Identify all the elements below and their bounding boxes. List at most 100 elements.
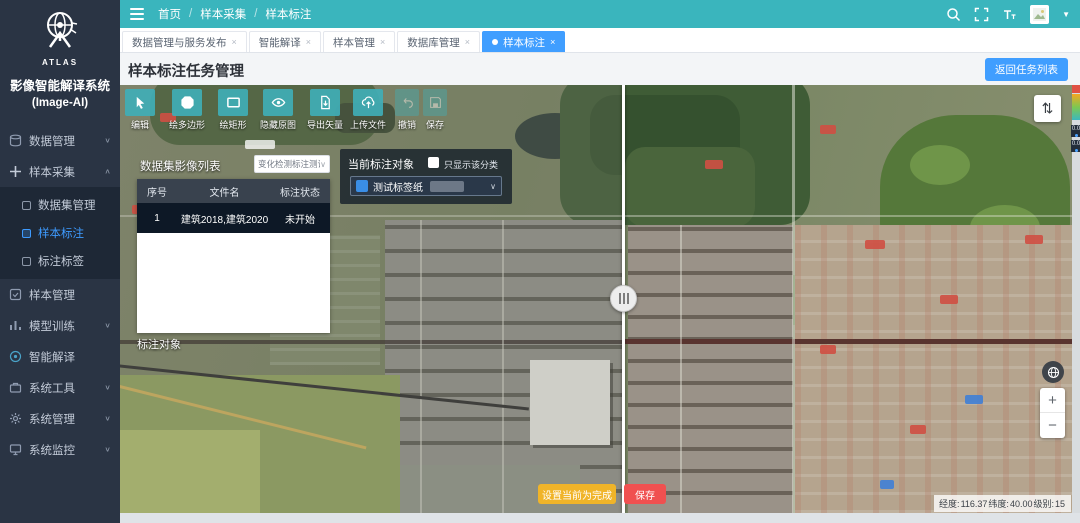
- dataset-filter-dropdown[interactable]: 变化检测标注测试 ∨: [254, 155, 330, 173]
- breadcrumb-home[interactable]: 首页: [158, 6, 181, 22]
- sidebar-item-label: 样本标注: [38, 225, 84, 241]
- breadcrumb-sample-annotation[interactable]: 样本标注: [265, 6, 311, 22]
- legend-color-ramp: [1072, 94, 1080, 120]
- table-row[interactable]: 1 建筑2018,建筑2020 未开始: [137, 203, 330, 233]
- layer-swap-button[interactable]: ⇅: [1034, 95, 1061, 122]
- zoom-out-button[interactable]: −: [1040, 413, 1065, 438]
- export-vector-button[interactable]: [310, 89, 340, 116]
- sidebar-item-sample-collection[interactable]: 样本采集 ∧: [0, 156, 120, 187]
- chevron-down-icon: ∨: [320, 160, 326, 169]
- close-icon[interactable]: ×: [380, 37, 385, 47]
- tab-data-service[interactable]: 数据管理与服务发布 ×: [122, 31, 247, 52]
- checkbox-label: 只显示该分类: [444, 158, 498, 171]
- column-header: 序号: [137, 184, 177, 199]
- draw-rectangle-button[interactable]: [218, 89, 248, 116]
- upload-file-button[interactable]: [353, 89, 383, 116]
- search-icon[interactable]: [946, 7, 961, 22]
- show-only-category-checkbox[interactable]: [428, 157, 439, 168]
- back-to-task-list-button[interactable]: 返回任务列表: [985, 58, 1068, 81]
- save-icon: [429, 96, 442, 109]
- notification-badge: [1072, 85, 1080, 93]
- brand-title: 影像智能解译系统: [0, 75, 120, 94]
- tab-database-management[interactable]: 数据库管理 ×: [397, 31, 480, 52]
- tab-label: 样本标注: [503, 35, 545, 50]
- tag-color-swatch: [356, 180, 368, 192]
- undo-button[interactable]: [395, 89, 419, 116]
- zoom-control: + −: [1040, 388, 1065, 438]
- atlas-globe-icon: [36, 7, 84, 55]
- tab-label: 数据库管理: [407, 35, 460, 50]
- bottom-strip: [120, 513, 1080, 523]
- hide-image-button[interactable]: [263, 89, 293, 116]
- page-title: 样本标注任务管理: [128, 60, 244, 81]
- annotation-tag-dropdown[interactable]: 测试标签纸 ∨: [350, 176, 502, 196]
- hamburger-menu-icon[interactable]: [130, 8, 144, 20]
- latitude-label: 纬度:: [988, 499, 1009, 509]
- close-icon[interactable]: ×: [232, 37, 237, 47]
- image-placeholder-icon: [1033, 8, 1046, 21]
- set-complete-button[interactable]: 设置当前为完成: [538, 484, 616, 504]
- map-poi-badge: [820, 345, 836, 354]
- close-icon[interactable]: ×: [550, 37, 555, 47]
- zoom-level-label: 级别:: [1033, 499, 1054, 509]
- briefcase-icon: [9, 381, 22, 394]
- font-size-icon[interactable]: [1002, 7, 1017, 22]
- chevron-up-icon: ∧: [104, 167, 111, 176]
- tab-sample-annotation[interactable]: 样本标注 ×: [482, 31, 565, 52]
- tab-label: 数据管理与服务发布: [132, 35, 227, 50]
- brand-subtitle: (Image-AI): [0, 97, 120, 109]
- close-icon[interactable]: ×: [306, 37, 311, 47]
- sidebar-item-label: 系统管理: [29, 411, 97, 427]
- map-road: [792, 85, 795, 513]
- topbar-actions: ▼: [946, 5, 1070, 24]
- sidebar-item-system-management[interactable]: 系统管理 ∨: [0, 403, 120, 434]
- column-header: 标注状态: [272, 184, 328, 199]
- tab-sample-management[interactable]: 样本管理 ×: [323, 31, 395, 52]
- longitude-label: 经度:: [939, 499, 960, 509]
- sidebar: ATLAS 影像智能解译系统 (Image-AI) 数据管理 ∨ 样本采集 ∧ …: [0, 0, 120, 523]
- swipe-handle[interactable]: [610, 285, 637, 312]
- sidebar-item-system-tools[interactable]: 系统工具 ∨: [0, 372, 120, 403]
- avatar[interactable]: [1030, 5, 1049, 24]
- sidebar-item-intelligent-interpretation[interactable]: 智能解译: [0, 341, 120, 372]
- map-texture: [910, 145, 970, 185]
- tool-label: 编辑: [131, 118, 149, 131]
- sidebar-item-sample-management[interactable]: 样本管理: [0, 279, 120, 310]
- annotation-object-label: 标注对象: [137, 336, 181, 352]
- sidebar-item-sample-annotation[interactable]: 样本标注: [0, 219, 120, 247]
- chevron-down-icon[interactable]: ▼: [1062, 10, 1070, 19]
- sidebar-item-label: 样本采集: [29, 164, 97, 180]
- map-texture: [628, 225, 793, 513]
- tab-label: 样本管理: [333, 35, 375, 50]
- checkbox-icon: [9, 288, 22, 301]
- chevron-down-icon: ∨: [104, 445, 111, 454]
- zoom-in-button[interactable]: +: [1040, 388, 1065, 413]
- topbar: 首页 / 样本采集 / 样本标注 ▼: [120, 0, 1080, 28]
- tag-secondary-pill: [430, 181, 464, 192]
- sidebar-item-label: 标注标签: [38, 253, 84, 269]
- breadcrumb-sample-collection[interactable]: 样本采集: [200, 6, 246, 22]
- save-tool-button[interactable]: [423, 89, 447, 116]
- sidebar-item-label: 系统工具: [29, 380, 97, 396]
- sidebar-item-data-management[interactable]: 数据管理 ∨: [0, 125, 120, 156]
- sidebar-item-system-monitoring[interactable]: 系统监控 ∨: [0, 434, 120, 465]
- undo-icon: [401, 96, 414, 109]
- sidebar-item-dataset-management[interactable]: 数据集管理: [0, 191, 120, 219]
- row-status: 未开始: [272, 211, 328, 226]
- row-seq: 1: [137, 213, 177, 224]
- fullscreen-icon[interactable]: [974, 7, 989, 22]
- edit-tool-button[interactable]: [125, 89, 155, 116]
- sidebar-item-model-training[interactable]: 模型训练 ∨: [0, 310, 120, 341]
- sidebar-item-annotation-labels[interactable]: 标注标签: [0, 247, 120, 275]
- map-road: [624, 339, 1072, 344]
- dataset-image-list-panel: 数据集影像列表 变化检测标注测试 ∨ 序号 文件名 标注状态 1 建筑2018,…: [137, 152, 330, 333]
- save-button[interactable]: 保存: [624, 484, 666, 504]
- tab-intelligent-interpretation[interactable]: 智能解译 ×: [249, 31, 321, 52]
- tag-value: 测试标签纸: [373, 179, 423, 194]
- zoom-level-value: 15: [1055, 499, 1065, 509]
- close-icon[interactable]: ×: [465, 37, 470, 47]
- sidebar-item-label: 系统监控: [29, 442, 97, 458]
- plus-icon: [9, 165, 22, 178]
- basemap-globe-button[interactable]: [1042, 361, 1064, 383]
- draw-polygon-button[interactable]: [172, 89, 202, 116]
